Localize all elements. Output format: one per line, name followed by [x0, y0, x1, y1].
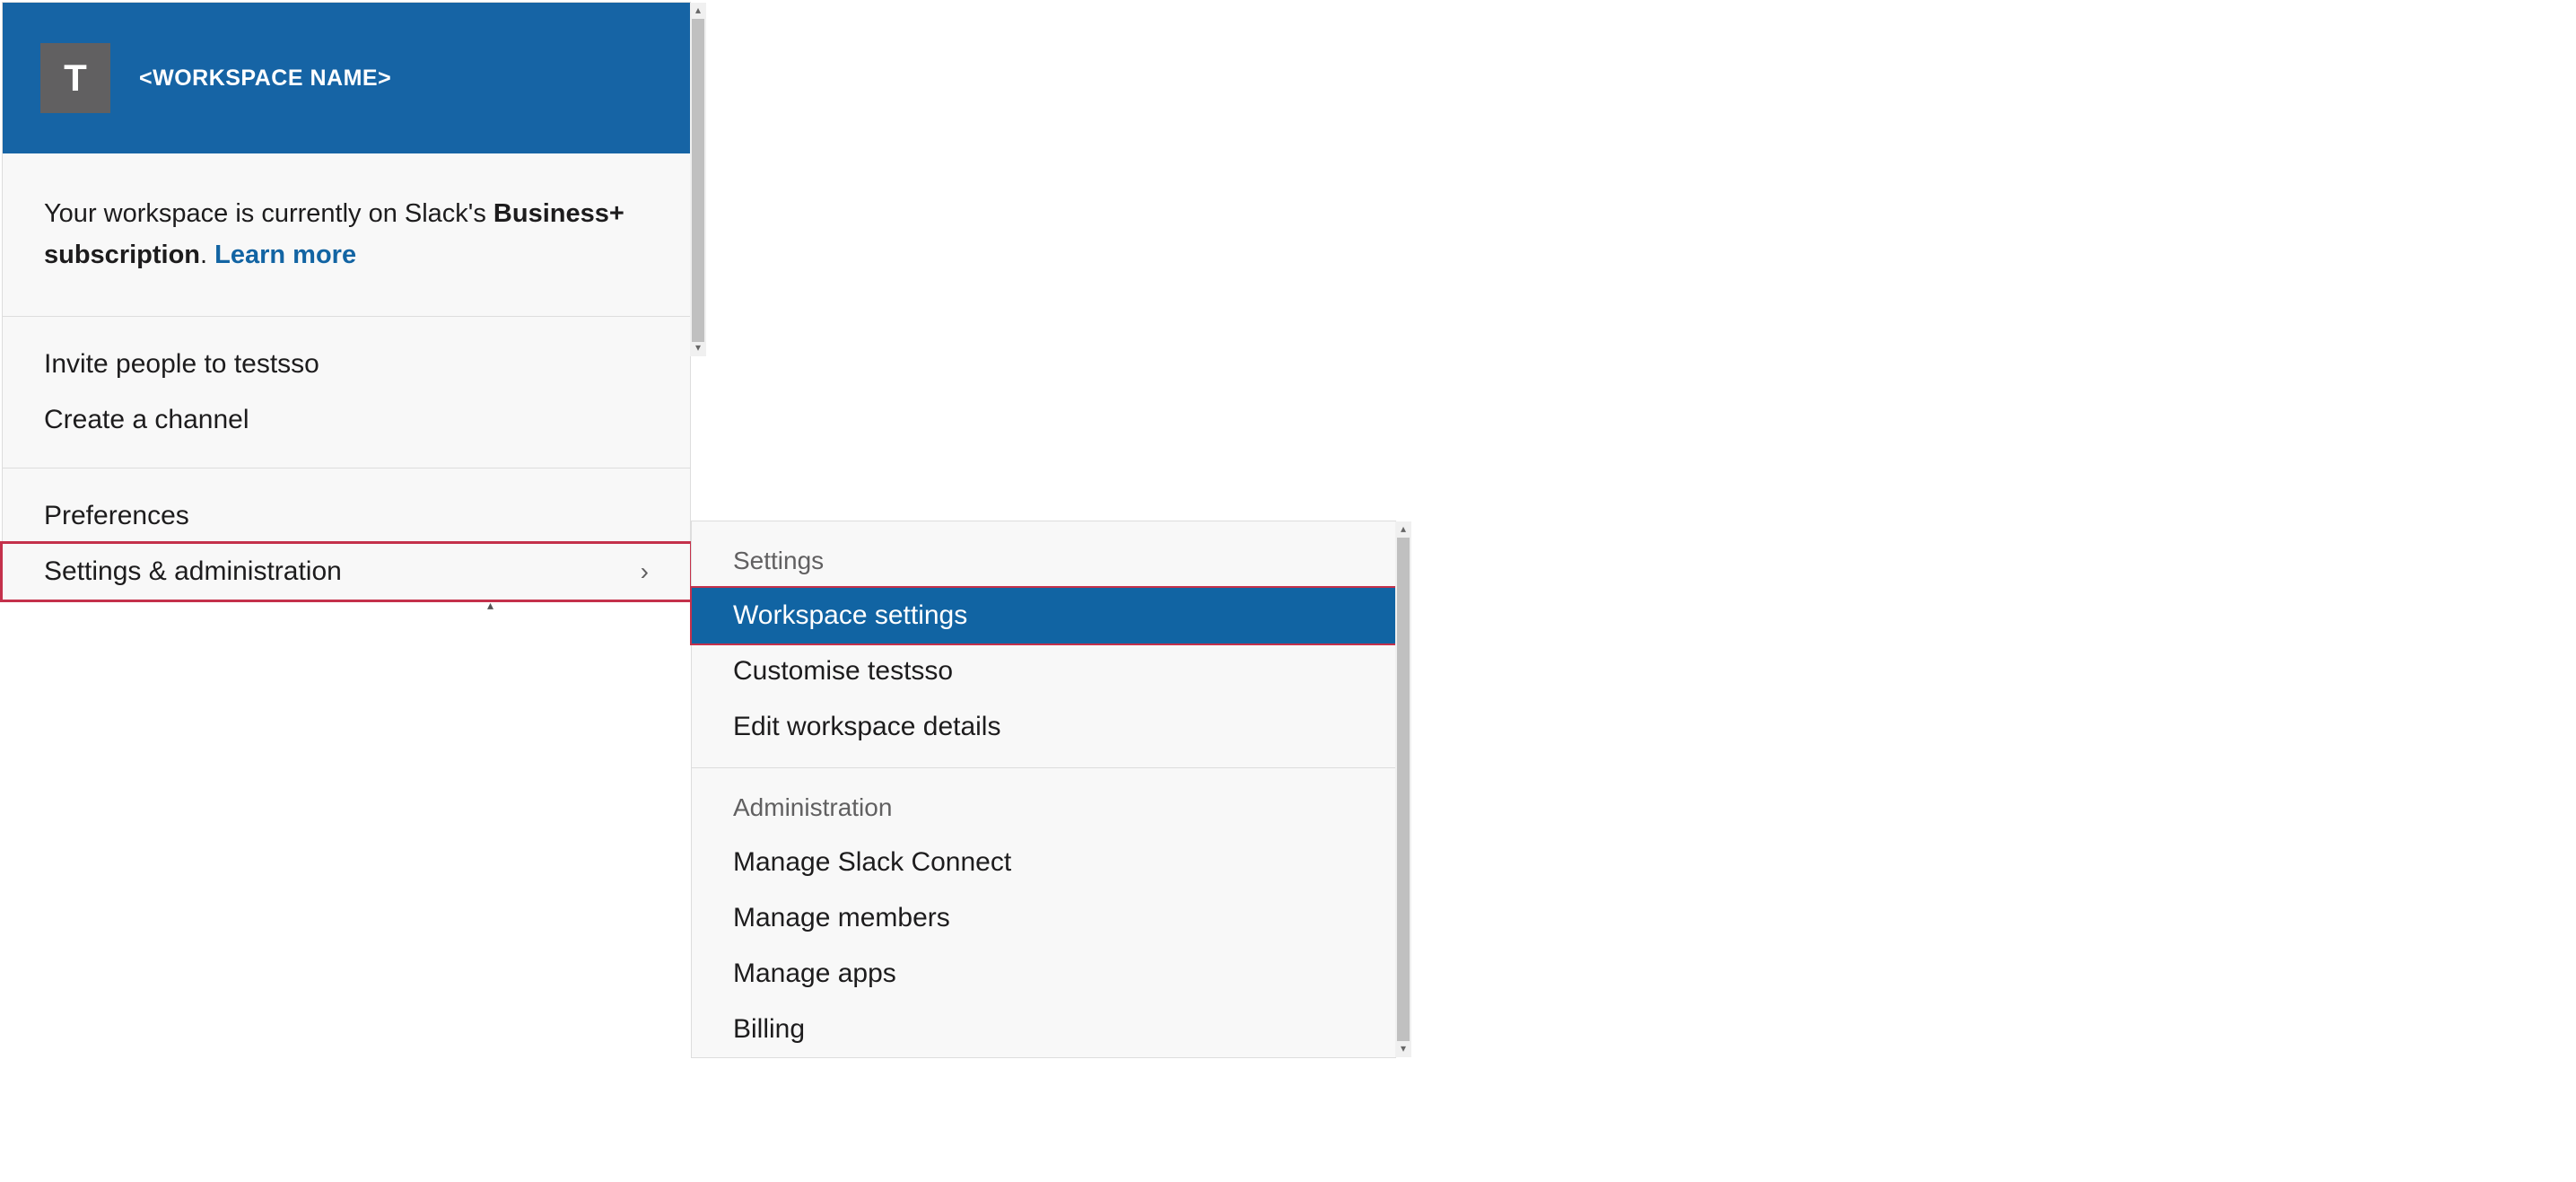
notice-period: . [200, 241, 214, 269]
settings-submenu: Settings Workspace settings Customise te… [691, 521, 1396, 1058]
notice-prefix: Your workspace is currently on Slack's [44, 199, 493, 228]
submenu-item-label: Manage members [733, 903, 950, 932]
scroll-down-icon[interactable]: ▾ [1395, 1041, 1411, 1057]
submenu-item-label: Customise testsso [733, 656, 953, 686]
scrollbar-thumb[interactable] [1397, 538, 1410, 1041]
submenu-item-manage-slack-connect[interactable]: Manage Slack Connect [692, 835, 1395, 890]
scroll-up-icon[interactable]: ▴ [1395, 521, 1411, 538]
submenu-header-administration: Administration [692, 768, 1395, 835]
scroll-up-icon[interactable]: ▴ [690, 3, 706, 19]
bottom-arrow-icon: ▴ [487, 598, 493, 613]
menu-item-label: Preferences [44, 501, 189, 531]
submenu-item-label: Manage apps [733, 959, 896, 988]
learn-more-link[interactable]: Learn more [214, 241, 356, 269]
white-overlay [2, 691, 486, 897]
submenu-item-label: Workspace settings [733, 600, 967, 630]
menu-item-settings-administration[interactable]: Settings & administration › [0, 541, 693, 602]
chevron-right-icon: › [641, 557, 649, 586]
scrollbar-thumb[interactable] [692, 19, 704, 342]
submenu-item-label: Manage Slack Connect [733, 847, 1011, 877]
submenu-item-label: Edit workspace details [733, 712, 1000, 741]
submenu-header-settings: Settings [692, 521, 1395, 588]
menu-section-1: Invite people to testsso Create a channe… [3, 317, 690, 468]
menu-item-label: Create a channel [44, 405, 249, 435]
submenu-item-manage-members[interactable]: Manage members [692, 890, 1395, 946]
submenu-item-manage-apps[interactable]: Manage apps [692, 946, 1395, 1002]
submenu-item-billing[interactable]: Billing [692, 1002, 1395, 1057]
scroll-down-icon[interactable]: ▾ [690, 340, 706, 356]
menu-scrollbar[interactable]: ▴ ▾ [690, 3, 706, 356]
menu-item-invite-people[interactable]: Invite people to testsso [3, 337, 690, 392]
submenu-item-customise[interactable]: Customise testsso [692, 644, 1395, 699]
menu-item-label: Settings & administration [44, 556, 342, 587]
workspace-name-label: <WORKSPACE NAME> [139, 66, 391, 92]
submenu-scrollbar[interactable]: ▴ ▾ [1395, 521, 1411, 1057]
menu-section-2: Preferences Settings & administration › [3, 468, 690, 602]
menu-header: T <WORKSPACE NAME> [3, 3, 690, 153]
menu-item-label: Invite people to testsso [44, 349, 319, 380]
workspace-initial: T [64, 57, 87, 100]
workspace-avatar: T [40, 43, 110, 113]
subscription-notice: Your workspace is currently on Slack's B… [3, 153, 690, 317]
submenu-item-edit-workspace-details[interactable]: Edit workspace details [692, 699, 1395, 755]
menu-item-create-channel[interactable]: Create a channel [3, 392, 690, 448]
workspace-menu: T <WORKSPACE NAME> Your workspace is cur… [2, 2, 691, 600]
menu-item-preferences[interactable]: Preferences [3, 488, 690, 544]
submenu-item-workspace-settings[interactable]: Workspace settings [690, 586, 1397, 645]
submenu-item-label: Billing [733, 1014, 805, 1044]
